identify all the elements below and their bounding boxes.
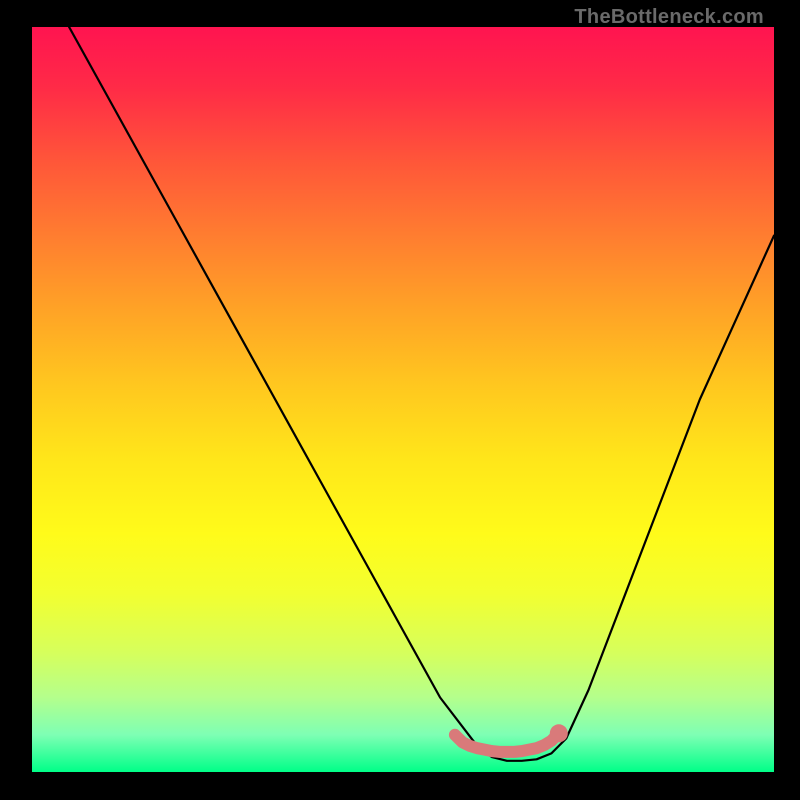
chart-frame: TheBottleneck.com [0, 0, 800, 800]
valley-dot [550, 724, 568, 742]
curve-layer [32, 27, 774, 772]
bottleneck-curve [69, 27, 774, 761]
plot-area [32, 27, 774, 772]
attribution-label: TheBottleneck.com [574, 6, 764, 29]
